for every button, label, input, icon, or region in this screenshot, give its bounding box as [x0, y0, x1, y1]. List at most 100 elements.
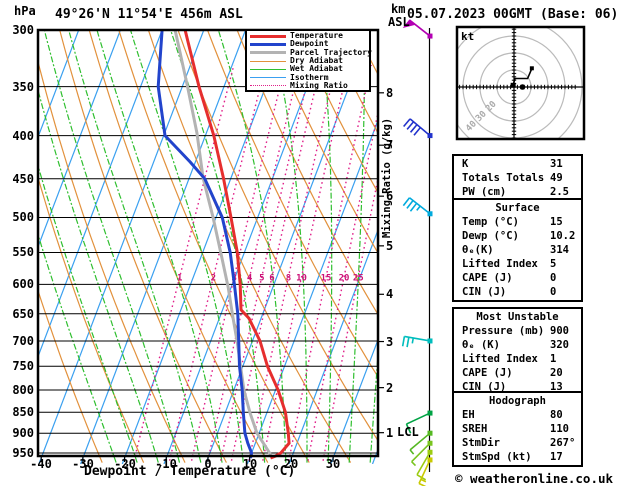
row-value: 0	[550, 285, 556, 299]
pressure-tick-label: 450	[2, 172, 34, 186]
datetime-label: 05.07.2023 00GMT (Base: 06)	[407, 7, 618, 22]
km-tick-label: 5	[386, 239, 393, 253]
svg-text:6: 6	[269, 274, 274, 284]
row-value: 10.2	[550, 229, 575, 243]
legend-line-sample	[250, 35, 286, 38]
row-label: Pressure (mb)	[462, 324, 544, 338]
row-value: 15	[550, 215, 563, 229]
mixing-ratio-axis-label: Mixing Ratio (g/kg)	[381, 118, 393, 238]
row-value: 314	[550, 243, 569, 257]
row-label: K	[462, 157, 468, 171]
svg-text:8: 8	[286, 274, 291, 284]
table-row: CAPE (J) 20	[454, 366, 581, 380]
row-label: CAPE (J)	[462, 366, 513, 380]
row-label: Totals Totals	[462, 171, 544, 185]
indices-table: Most UnstablePressure (mb) 900θₑ (K)320Li…	[452, 307, 583, 397]
svg-text:1: 1	[177, 274, 182, 284]
row-value: 20	[550, 366, 563, 380]
storm-motion-dot	[520, 84, 526, 90]
pressure-tick-label: 900	[2, 426, 34, 440]
table-header: Most Unstable	[454, 310, 581, 324]
svg-text:20: 20	[339, 274, 350, 284]
table-header: Surface	[454, 201, 581, 215]
row-label: PW (cm)	[462, 185, 506, 199]
pressure-tick-label: 800	[2, 383, 34, 397]
km-tick-label: 4	[386, 287, 393, 301]
km-tick-label: 2	[386, 381, 393, 395]
row-value: 2.5	[550, 185, 569, 199]
pressure-tick-label: 400	[2, 129, 34, 143]
pressure-tick-label: 500	[2, 210, 34, 224]
table-row: Lifted Index 1	[454, 352, 581, 366]
table-row: K 31	[454, 157, 581, 171]
lcl-marker-label: LCL	[397, 425, 419, 439]
row-value: 110	[550, 422, 569, 436]
pressure-tick-label: 600	[2, 277, 34, 291]
svg-text:10: 10	[296, 274, 307, 284]
table-header: Hodograph	[454, 394, 581, 408]
indices-table: K 31 Totals Totals 49 PW (cm) 2.5	[452, 154, 583, 202]
indices-table: SurfaceTemp (°C)15Dewp (°C)10.2θₑ(K)314L…	[452, 198, 583, 302]
row-label: Lifted Index	[462, 257, 538, 271]
pressure-tick-label: 750	[2, 359, 34, 373]
table-row: Lifted Index 5	[454, 257, 581, 271]
table-row: StmDir 267°	[454, 436, 581, 450]
table-row: Pressure (mb) 900	[454, 324, 581, 338]
km-tick-label: 8	[386, 86, 393, 100]
row-label: θₑ(K)	[462, 243, 494, 257]
row-label: StmSpd (kt)	[462, 450, 532, 464]
table-row: Totals Totals 49	[454, 171, 581, 185]
row-label: StmDir	[462, 436, 500, 450]
table-row: StmSpd (kt) 17	[454, 450, 581, 464]
table-row: CIN (J) 0	[454, 285, 581, 299]
x-axis-title: Dewpoint / Temperature (°C)	[84, 464, 295, 479]
table-row: SREH 110	[454, 422, 581, 436]
row-value: 900	[550, 324, 569, 338]
svg-text:25: 25	[353, 274, 364, 284]
km-tick-label: 1	[386, 426, 393, 440]
table-row: θₑ (K)320	[454, 338, 581, 352]
pressure-tick-label: 650	[2, 307, 34, 321]
pressure-tick-label: 350	[2, 80, 34, 94]
svg-text:4: 4	[247, 274, 253, 284]
table-row: θₑ(K) 314	[454, 243, 581, 257]
legend-item: Mixing Ratio	[250, 82, 369, 90]
km-tick-label: 3	[386, 335, 393, 349]
row-label: EH	[462, 408, 475, 422]
station-title: 49°26'N 11°54'E 456m ASL	[55, 7, 243, 22]
legend-item-label: Mixing Ratio	[290, 82, 348, 90]
row-label: CAPE (J)	[462, 271, 513, 285]
row-label: Lifted Index	[462, 352, 538, 366]
row-value: 5	[550, 257, 556, 271]
row-value: 0	[550, 271, 556, 285]
row-value: 17	[550, 450, 563, 464]
row-value: 267°	[550, 436, 575, 450]
skewt-sounding-screen: 123456810152025203040 hPa 49°26'N 11°54'…	[0, 0, 629, 486]
legend-line-sample	[250, 69, 286, 70]
row-value: 1	[550, 352, 556, 366]
row-label: Dewp (°C)	[462, 229, 519, 243]
row-label: SREH	[462, 422, 487, 436]
km-unit-label: km	[391, 2, 405, 16]
row-value: 31	[550, 157, 563, 171]
legend-line-sample	[250, 51, 286, 54]
pressure-tick-label: 550	[2, 245, 34, 259]
hodograph-unit-label: kt	[461, 30, 474, 43]
table-row: CAPE (J) 0	[454, 271, 581, 285]
legend-line-sample	[250, 43, 286, 46]
row-label: θₑ (K)	[462, 338, 500, 352]
table-row: Dewp (°C) 10.2	[454, 229, 581, 243]
table-row: EH 80	[454, 408, 581, 422]
indices-table: HodographEH80SREH110StmDir267°StmSpd (kt…	[452, 391, 583, 467]
copyright: © weatheronline.co.uk	[455, 471, 613, 486]
temp-tick-label: 30	[315, 457, 351, 471]
legend-line-sample	[250, 77, 286, 78]
row-value: 80	[550, 408, 563, 422]
row-label: CIN (J)	[462, 285, 506, 299]
table-row: Temp (°C)15	[454, 215, 581, 229]
pressure-tick-label: 300	[2, 23, 34, 37]
temp-tick-label: -40	[23, 457, 59, 471]
legend-box: TemperatureDewpointParcel TrajectoryDry …	[245, 29, 371, 92]
table-row: PW (cm) 2.5	[454, 185, 581, 199]
row-value: 49	[550, 171, 563, 185]
